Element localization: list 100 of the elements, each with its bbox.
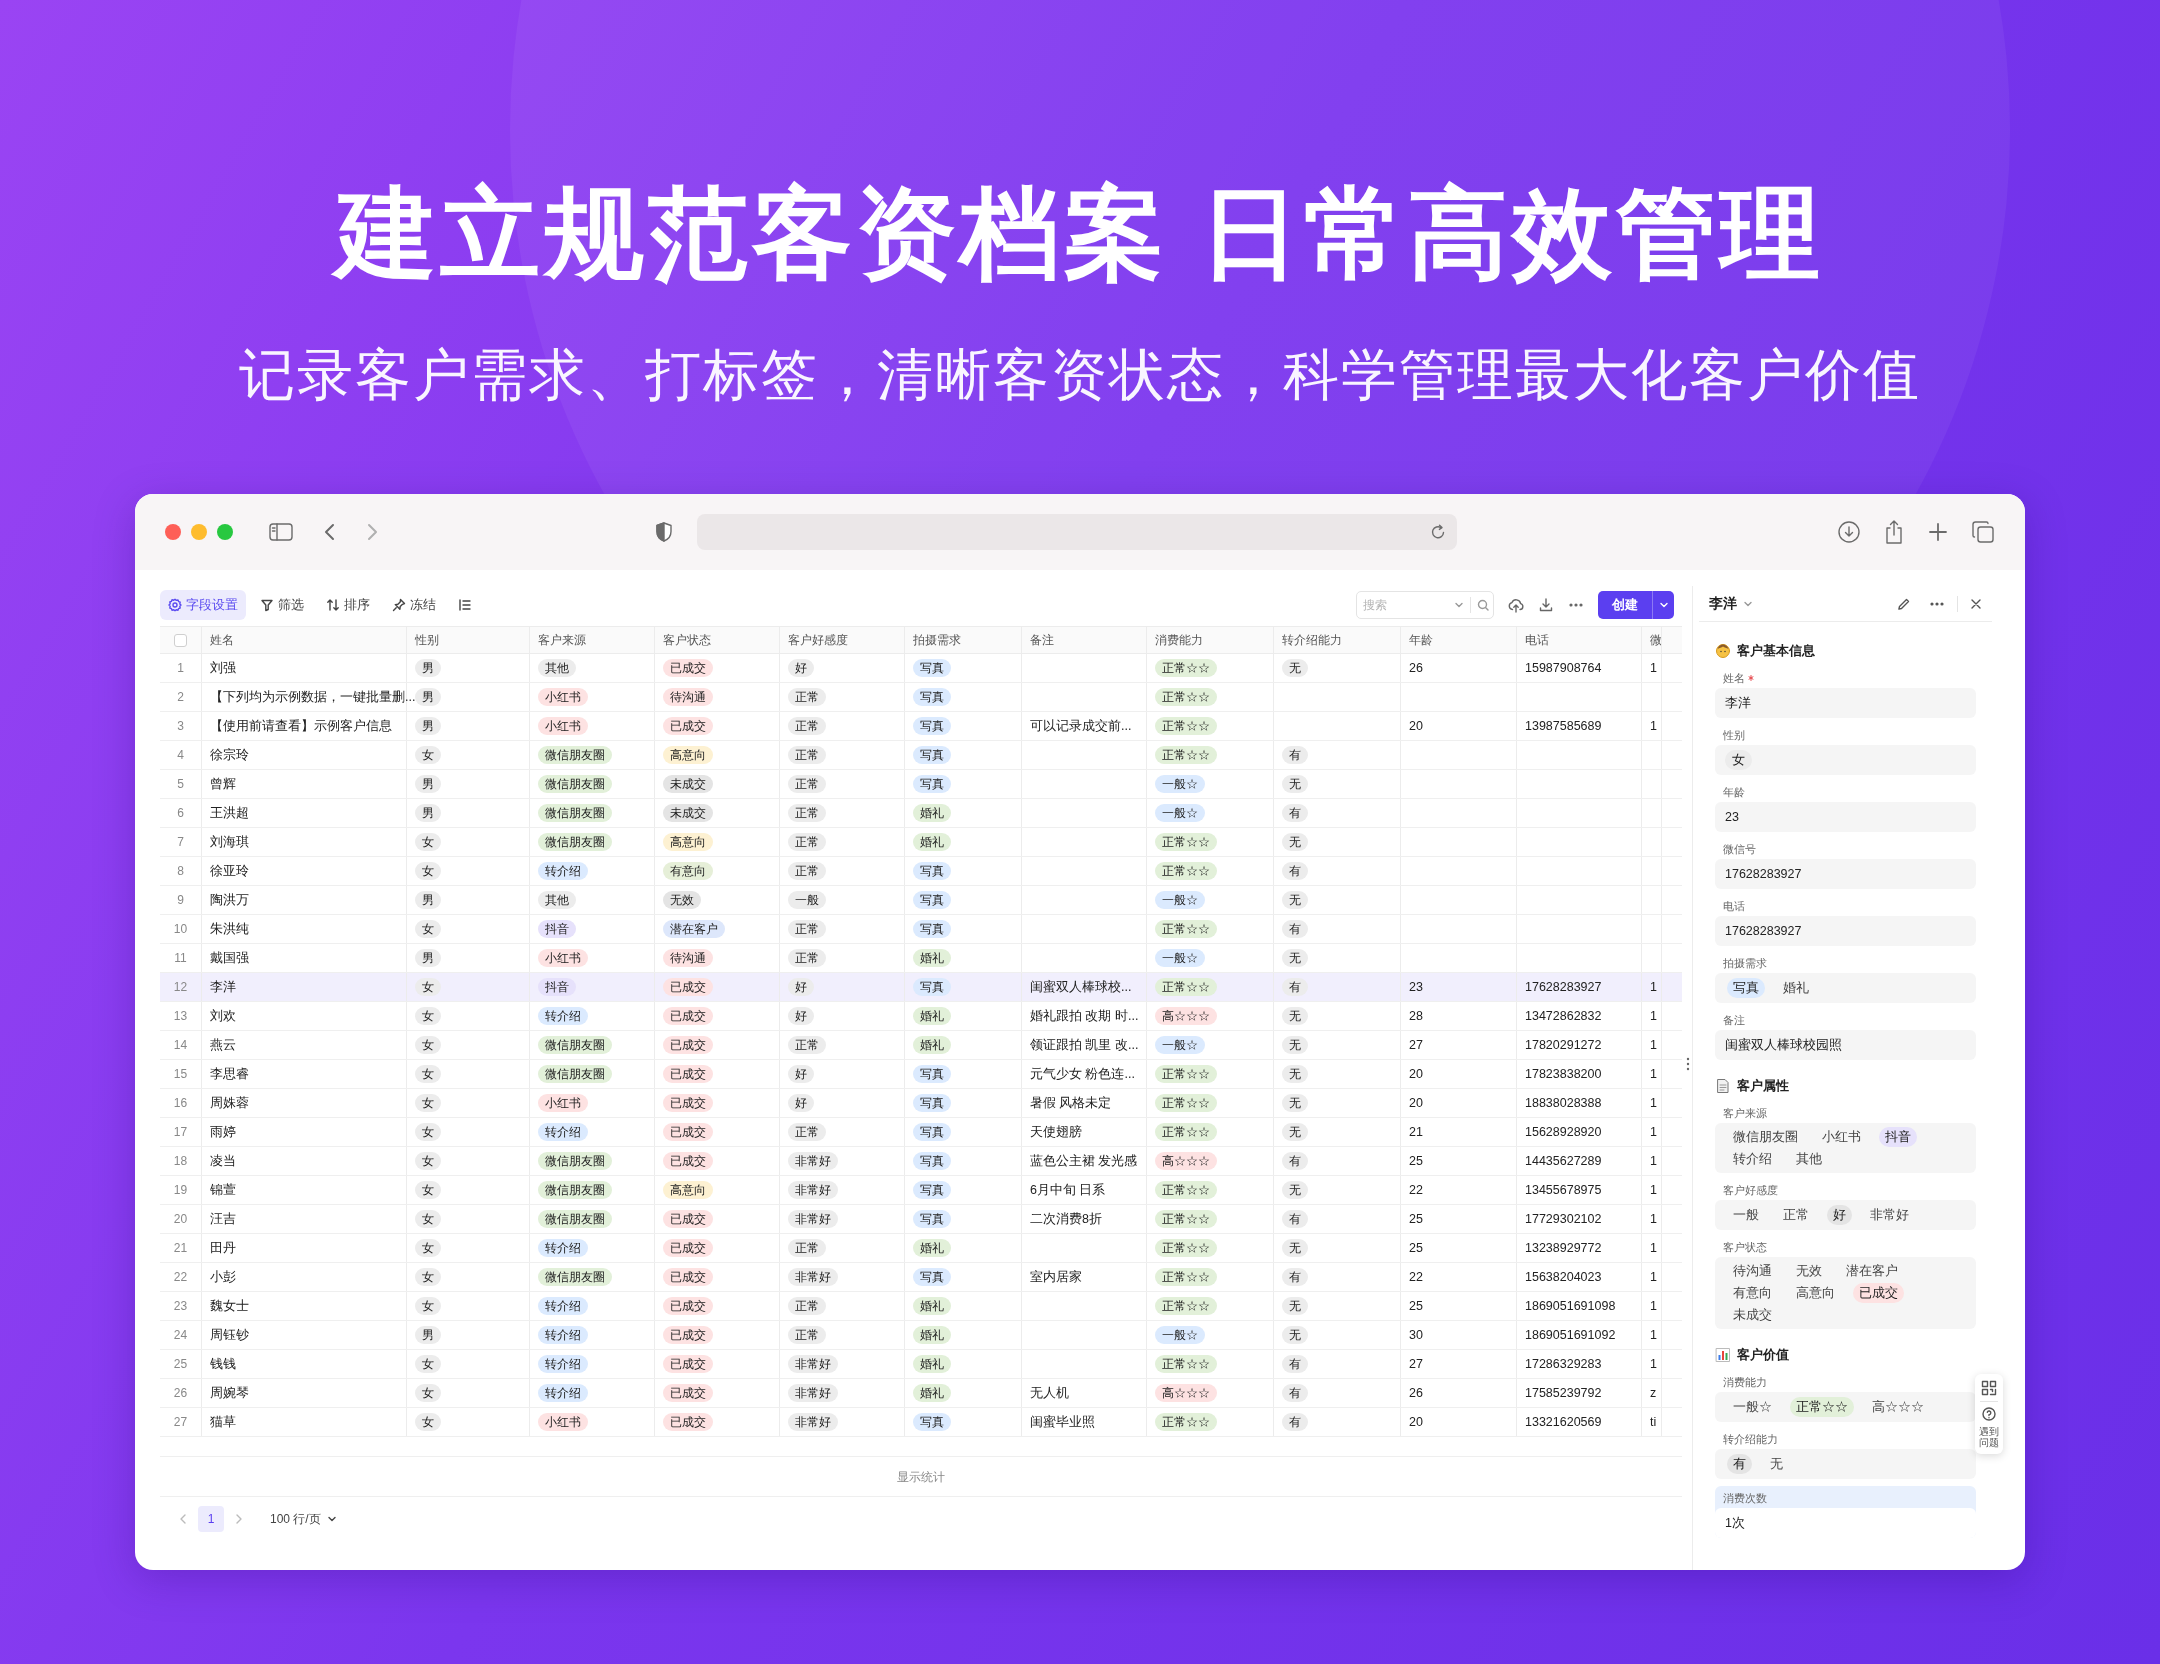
table-row[interactable]: 6 王洪超 男 微信朋友圈 未成交 正常 婚礼 一般☆ 有: [160, 799, 1682, 828]
option-chip[interactable]: 正常☆☆: [1790, 1397, 1854, 1417]
option-chip[interactable]: 婚礼: [1777, 978, 1815, 998]
table-row[interactable]: 8 徐亚玲 女 转介绍 有意向 正常 写真 正常☆☆ 有: [160, 857, 1682, 886]
table-row[interactable]: 5 曾辉 男 微信朋友圈 未成交 正常 写真 一般☆ 无: [160, 770, 1682, 799]
close-window-button[interactable]: [165, 524, 181, 540]
option-chip[interactable]: 高☆☆☆: [1866, 1397, 1930, 1417]
show-statistics-button[interactable]: 显示统计: [897, 1467, 945, 1486]
column-header[interactable]: 姓名: [210, 631, 234, 649]
freeze-button[interactable]: 冻结: [384, 590, 444, 620]
option-chip[interactable]: 抖音: [1879, 1127, 1917, 1147]
option-chip[interactable]: 好: [1827, 1205, 1852, 1225]
column-header[interactable]: 微: [1650, 631, 1661, 649]
column-header[interactable]: 消费能力: [1155, 631, 1203, 649]
table-row[interactable]: 18 凌当 女 微信朋友圈 已成交 非常好 写真 蓝色公主裙 发光感 高☆☆☆ 有 25 14435627289 1: [160, 1147, 1682, 1176]
option-chip[interactable]: 一般☆: [1727, 1397, 1778, 1417]
field-value[interactable]: 闺蜜双人棒球校园照: [1715, 1030, 1976, 1060]
table-row[interactable]: 7 刘海琪 女 微信朋友圈 高意向 正常 婚礼 正常☆☆ 无: [160, 828, 1682, 857]
sort-button[interactable]: 排序: [318, 590, 378, 620]
option-chip[interactable]: 小红书: [1816, 1127, 1867, 1147]
field-value[interactable]: 17628283927: [1715, 859, 1976, 889]
table-row[interactable]: 13 刘欢 女 转介绍 已成交 好 婚礼 婚礼跟拍 改期 时... 高☆☆☆ 无 28 13472862832 1: [160, 1002, 1682, 1031]
table-row[interactable]: 26 周婉琴 女 转介绍 已成交 非常好 婚礼 无人机 高☆☆☆ 有 26 17585239792 z: [160, 1379, 1682, 1408]
search-icon[interactable]: [1477, 599, 1489, 611]
share-icon[interactable]: [1883, 519, 1905, 545]
column-header[interactable]: 电话: [1525, 631, 1549, 649]
page-size-dropdown[interactable]: 100 行/页: [270, 1510, 337, 1528]
option-chip[interactable]: 未成交: [1727, 1305, 1778, 1325]
column-header[interactable]: 客户来源: [538, 631, 586, 649]
table-row[interactable]: 14 燕云 女 微信朋友圈 已成交 正常 婚礼 领证跟拍 凯里 改... 一般☆ 无 27 17820291272 1: [160, 1031, 1682, 1060]
option-chip[interactable]: 有: [1727, 1454, 1752, 1474]
column-header[interactable]: 拍摄需求: [913, 631, 961, 649]
help-widget[interactable]: 遇到问题: [1975, 1374, 2003, 1454]
table-row[interactable]: 20 汪吉 女 微信朋友圈 已成交 非常好 写真 二次消费8折 正常☆☆ 有 25 17729302102 1: [160, 1205, 1682, 1234]
column-header[interactable]: 客户状态: [663, 631, 711, 649]
download-icon[interactable]: [1837, 520, 1861, 544]
edit-icon[interactable]: [1897, 596, 1911, 611]
column-header[interactable]: 备注: [1030, 631, 1054, 649]
table-row[interactable]: 2 【下列均为示例数据，一键批量删... 男 小红书 待沟通 正常 写真 正常☆☆: [160, 683, 1682, 712]
table-row[interactable]: 12 李洋 女 抖音 已成交 好 写真 闺蜜双人棒球校... 正常☆☆ 有 23 17628283927 1: [160, 973, 1682, 1002]
option-chip[interactable]: 高意向: [1790, 1283, 1841, 1303]
select-all-checkbox[interactable]: [174, 633, 187, 647]
table-row[interactable]: 16 周姝蓉 女 小红书 已成交 好 写真 暑假 风格未定 正常☆☆ 无 20 18838028388 1: [160, 1089, 1682, 1118]
qr-code-icon[interactable]: [1981, 1380, 1997, 1396]
option-chip[interactable]: 其他: [1790, 1149, 1828, 1169]
table-row[interactable]: 11 戴国强 男 小红书 待沟通 正常 婚礼 一般☆ 无: [160, 944, 1682, 973]
table-row[interactable]: 17 雨婷 女 转介绍 已成交 正常 写真 天使翅膀 正常☆☆ 无 21 15628928920 1: [160, 1118, 1682, 1147]
field-value[interactable]: 17628283927: [1715, 916, 1976, 946]
filter-button[interactable]: 筛选: [252, 590, 312, 620]
field-value[interactable]: 李洋: [1715, 688, 1976, 718]
search-input[interactable]: 搜索: [1363, 596, 1443, 614]
option-chip[interactable]: 写真: [1727, 978, 1765, 998]
table-row[interactable]: 3 【使用前请查看】示例客户信息 男 小红书 已成交 正常 写真 可以记录成交前... 正常☆☆ 20 13987585689 1: [160, 712, 1682, 741]
option-group[interactable]: 一般 正常 好 非常好: [1715, 1200, 1976, 1230]
close-icon[interactable]: [1970, 597, 1982, 610]
upload-icon[interactable]: [1508, 597, 1524, 613]
page-button[interactable]: 1: [198, 1506, 224, 1532]
column-header[interactable]: 客户好感度: [788, 631, 848, 649]
option-chip[interactable]: 无: [1764, 1454, 1789, 1474]
table-row[interactable]: 4 徐宗玲 女 微信朋友圈 高意向 正常 写真 正常☆☆ 有: [160, 741, 1682, 770]
table-row[interactable]: 21 田丹 女 转介绍 已成交 正常 婚礼 正常☆☆ 无 25 13238929772 1: [160, 1234, 1682, 1263]
table-row[interactable]: 9 陶洪万 男 其他 无效 一般 写真 一般☆ 无: [160, 886, 1682, 915]
help-icon[interactable]: [1982, 1407, 1996, 1421]
option-group[interactable]: 写真 婚礼: [1715, 973, 1976, 1003]
table-row[interactable]: 10 朱洪纯 女 抖音 潜在客户 正常 写真 正常☆☆ 有: [160, 915, 1682, 944]
option-chip[interactable]: 待沟通: [1727, 1261, 1778, 1281]
field-value-box[interactable]: 女: [1715, 745, 1976, 775]
option-chip[interactable]: 非常好: [1864, 1205, 1915, 1225]
option-group[interactable]: 待沟通 无效 潜在客户 有意向 高意向 已成交 未成交: [1715, 1257, 1976, 1329]
option-chip[interactable]: 无效: [1790, 1261, 1828, 1281]
search-field[interactable]: 搜索: [1356, 591, 1494, 619]
column-header[interactable]: 转介绍能力: [1282, 631, 1342, 649]
table-row[interactable]: 23 魏女士 女 转介绍 已成交 正常 婚礼 正常☆☆ 无 25 1869051691098 1: [160, 1292, 1682, 1321]
table-row[interactable]: 1 刘强 男 其他 已成交 好 写真 正常☆☆ 无 26 15987908764 1: [160, 654, 1682, 683]
back-icon[interactable]: [323, 522, 337, 542]
table-row[interactable]: 19 锦萱 女 微信朋友圈 高意向 非常好 写真 6月中旬 日系 正常☆☆ 无 22 13455678975 1: [160, 1176, 1682, 1205]
table-row[interactable]: 25 钱钱 女 转介绍 已成交 非常好 婚礼 正常☆☆ 有 27 17286329283 1: [160, 1350, 1682, 1379]
table-row[interactable]: 27 猫草 女 小红书 已成交 非常好 写真 闺蜜毕业照 正常☆☆ 有 20 13321620569 ti: [160, 1408, 1682, 1437]
column-header[interactable]: 性别: [415, 631, 439, 649]
option-chip[interactable]: 正常: [1777, 1205, 1815, 1225]
option-group[interactable]: 一般☆ 正常☆☆ 高☆☆☆: [1715, 1392, 1976, 1422]
field-value[interactable]: 1次: [1715, 1508, 1976, 1538]
field-value[interactable]: 23: [1715, 802, 1976, 832]
drag-handle-icon[interactable]: [1686, 1057, 1690, 1071]
download-icon[interactable]: [1538, 597, 1554, 613]
table-row[interactable]: 15 李思睿 女 微信朋友圈 已成交 好 写真 元气少女 粉色连... 正常☆☆ 无 20 17823838200 1: [160, 1060, 1682, 1089]
option-chip[interactable]: 转介绍: [1727, 1149, 1778, 1169]
table-row[interactable]: 24 周钰钞 男 转介绍 已成交 正常 婚礼 一般☆ 无 30 1869051691092 1: [160, 1321, 1682, 1350]
option-chip[interactable]: 微信朋友圈: [1727, 1127, 1804, 1147]
option-group[interactable]: 微信朋友圈 小红书 抖音 转介绍 其他: [1715, 1123, 1976, 1173]
option-chip[interactable]: 有意向: [1727, 1283, 1778, 1303]
record-title-dropdown[interactable]: 李洋: [1709, 593, 1753, 614]
tabs-icon[interactable]: [1971, 520, 1995, 544]
column-header[interactable]: 年龄: [1409, 631, 1433, 649]
option-group[interactable]: 有 无: [1715, 1449, 1976, 1479]
focused-field[interactable]: 消费次数 1次: [1715, 1486, 1976, 1538]
plus-icon[interactable]: [1927, 521, 1949, 543]
sidebar-icon[interactable]: [269, 522, 293, 542]
option-chip[interactable]: 潜在客户: [1840, 1261, 1904, 1281]
option-chip[interactable]: 一般: [1727, 1205, 1765, 1225]
